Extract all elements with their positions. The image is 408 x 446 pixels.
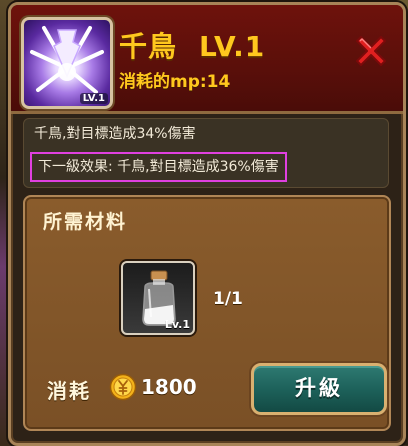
dialog-header: LV.1 千鳥 LV.1 消耗的mp:14 xyxy=(11,5,403,114)
cost-value: 1800 xyxy=(141,375,197,399)
close-button[interactable] xyxy=(351,31,391,71)
mp-cost: 消耗的mp:14 xyxy=(119,72,231,92)
next-level-effect-text: 下一級效果: 千鳥,對目標造成36%傷害 xyxy=(30,152,287,182)
lightning-skill-icon: LV.1 xyxy=(21,17,113,109)
skill-upgrade-dialog: LV.1 千鳥 LV.1 消耗的mp:14 千鳥,對目標造成34%傷害 下一級效果… xyxy=(8,2,406,446)
material-count: 1/1 xyxy=(213,289,243,309)
close-icon xyxy=(356,36,386,66)
skill-name: 千鳥 xyxy=(119,30,178,63)
materials-title: 所需材料 xyxy=(43,211,128,233)
material-item-slot[interactable]: Lv.1 xyxy=(121,261,195,335)
gold-coin-icon xyxy=(109,373,137,401)
skill-icon-level-tag: LV.1 xyxy=(79,93,108,104)
material-level-tag: Lv.1 xyxy=(164,318,190,331)
skill-level: LV.1 xyxy=(199,30,266,63)
current-effect-text: 千鳥,對目標造成34%傷害 xyxy=(34,126,196,142)
skill-title: 千鳥 LV.1 xyxy=(119,25,265,65)
required-materials-panel: 所需材料 Lv.1 1/1 消耗 1800 升級 xyxy=(23,195,391,431)
upgrade-button[interactable]: 升級 xyxy=(251,363,387,415)
effect-description-box: 千鳥,對目標造成34%傷害 下一級效果: 千鳥,對目標造成36%傷害 xyxy=(23,118,389,188)
cost-label: 消耗 xyxy=(47,379,91,403)
